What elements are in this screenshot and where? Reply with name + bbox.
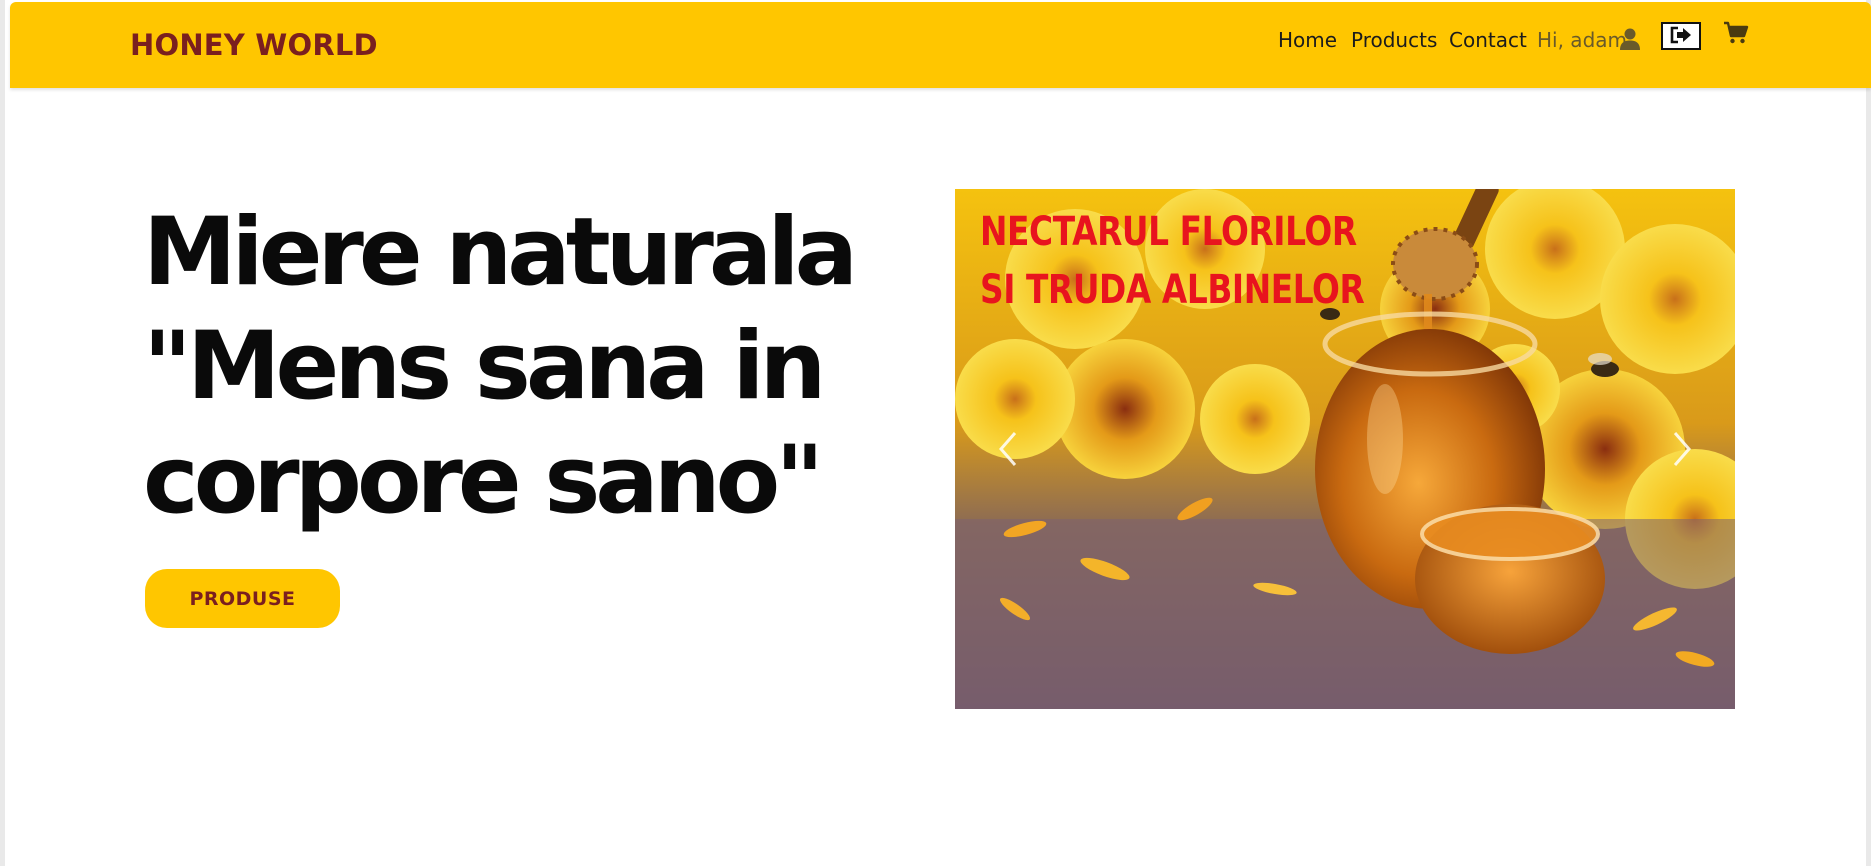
cart-icon[interactable] (1723, 21, 1749, 45)
carousel-next-button[interactable] (1653, 409, 1713, 489)
hero-title-line: Miere naturala (143, 198, 858, 307)
slide-caption-line: NECTARUL FLORILOR (980, 209, 1357, 255)
chevron-left-icon (999, 432, 1017, 466)
chevron-right-icon (1673, 432, 1691, 466)
products-cta-button[interactable]: PRODUSE (145, 569, 340, 628)
top-navbar: HONEY WORLD Home Products Contact Hi, ad… (10, 2, 1871, 88)
user-icon[interactable] (1619, 27, 1641, 51)
nav-link-contact[interactable]: Contact (1449, 28, 1527, 52)
nav-link-products[interactable]: Products (1351, 28, 1437, 52)
carousel-prev-button[interactable] (977, 409, 1037, 489)
slide-caption-line: SI TRUDA ALBINELOR (980, 267, 1365, 313)
slide-caption: NECTARUL FLORILOR SI TRUDA ALBINELOR (980, 203, 1365, 319)
hero-title: Miere naturala "Mens sana in corpore san… (143, 196, 903, 538)
nav-link-home[interactable]: Home (1278, 28, 1337, 52)
user-greeting: Hi, adam (1537, 28, 1627, 52)
hero-carousel: NECTARUL FLORILOR SI TRUDA ALBINELOR (955, 189, 1735, 709)
brand-logo-link[interactable]: HONEY WORLD (130, 28, 378, 62)
hero-title-line: "Mens sana in (143, 312, 826, 421)
page-frame: HONEY WORLD Home Products Contact Hi, ad… (0, 0, 1871, 866)
hero-title-line: corpore sano" (143, 426, 824, 535)
logout-icon (1669, 26, 1693, 47)
logout-button[interactable] (1661, 22, 1701, 50)
